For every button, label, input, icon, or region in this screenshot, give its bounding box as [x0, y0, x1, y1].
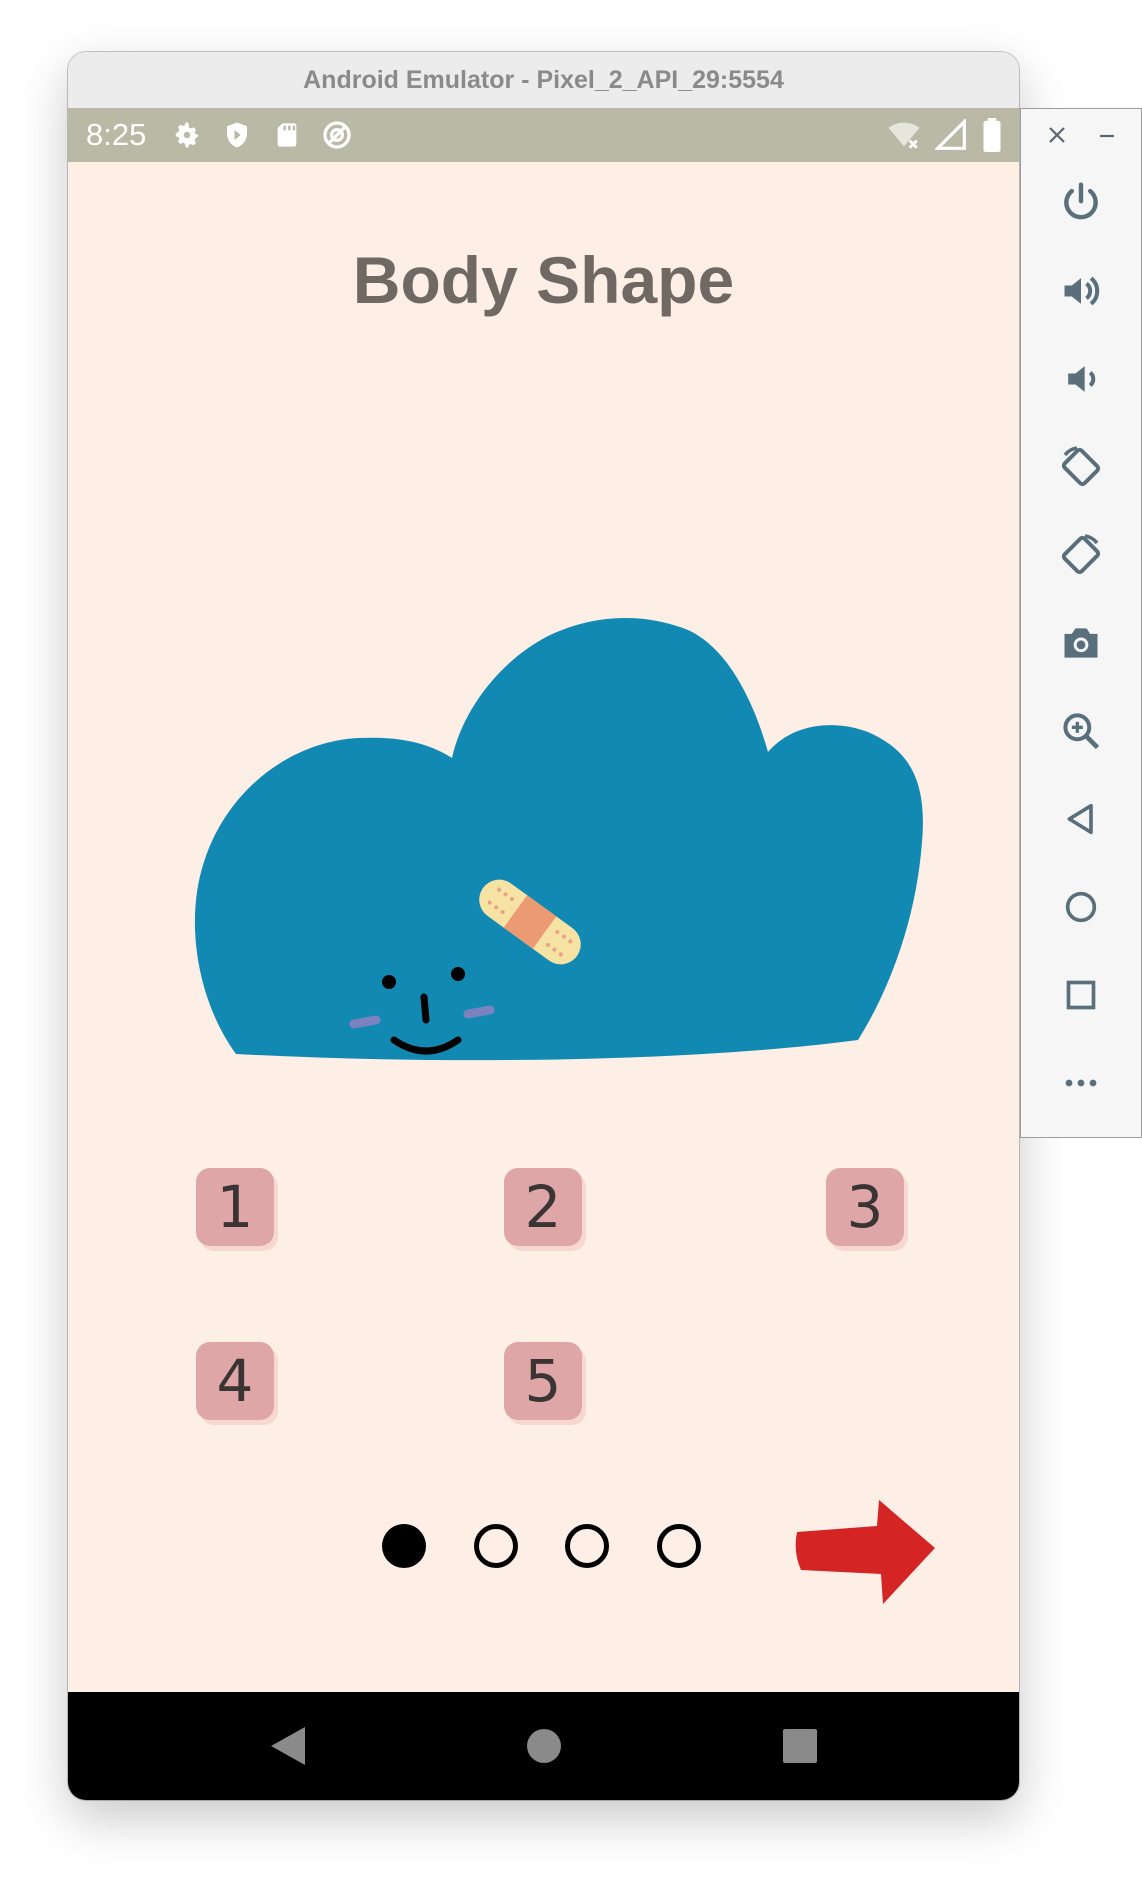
- android-nav-bar: [68, 1692, 1019, 1800]
- close-icon[interactable]: [1047, 125, 1067, 150]
- nav-overview-icon[interactable]: [740, 1692, 860, 1800]
- back-icon[interactable]: [1021, 789, 1141, 849]
- cloud-illustration: [194, 617, 923, 1061]
- signal-icon: [933, 117, 967, 156]
- option-3-button[interactable]: 3: [826, 1168, 904, 1246]
- more-icon[interactable]: [1021, 1053, 1141, 1113]
- rotate-left-icon[interactable]: [1021, 437, 1141, 497]
- page-dot-2: [474, 1524, 518, 1568]
- volume-down-icon[interactable]: [1021, 349, 1141, 409]
- shield-icon: [220, 118, 254, 152]
- minimize-icon[interactable]: [1097, 125, 1117, 150]
- nav-back-icon[interactable]: [228, 1692, 348, 1800]
- sync-icon: [320, 118, 354, 152]
- wifi-off-icon: [887, 118, 921, 157]
- page-dot-1: [382, 1524, 426, 1568]
- cloud-shape: [194, 617, 923, 1061]
- window-title: Android Emulator - Pixel_2_API_29:5554: [68, 52, 1019, 109]
- status-right-icons: [887, 117, 1003, 157]
- battery-icon: [981, 118, 1003, 157]
- option-4-button[interactable]: 4: [196, 1342, 274, 1420]
- emulator-sidebar: [1020, 108, 1142, 1138]
- option-2-button[interactable]: 2: [504, 1168, 582, 1246]
- nav-home-icon[interactable]: [484, 1692, 604, 1800]
- status-bar: 8:25: [68, 108, 1019, 162]
- app-screen: Body Shape 1 2 3 4 5: [68, 162, 1019, 1692]
- page-dot-3: [565, 1524, 609, 1568]
- emulator-window: Android Emulator - Pixel_2_API_29:5554 8…: [68, 52, 1019, 1800]
- zoom-icon[interactable]: [1021, 701, 1141, 761]
- next-arrow-button[interactable]: [793, 1498, 943, 1606]
- option-1-button[interactable]: 1: [196, 1168, 274, 1246]
- status-time: 8:25: [86, 117, 147, 152]
- power-icon[interactable]: [1021, 173, 1141, 233]
- option-5-button[interactable]: 5: [504, 1342, 582, 1420]
- camera-icon[interactable]: [1021, 613, 1141, 673]
- overview-icon[interactable]: [1021, 965, 1141, 1025]
- home-icon[interactable]: [1021, 877, 1141, 937]
- settings-icon: [170, 118, 204, 152]
- sd-card-icon: [270, 118, 304, 152]
- volume-up-icon[interactable]: [1021, 261, 1141, 321]
- rotate-right-icon[interactable]: [1021, 525, 1141, 585]
- page-title: Body Shape: [352, 243, 735, 317]
- page-dot-4: [657, 1524, 701, 1568]
